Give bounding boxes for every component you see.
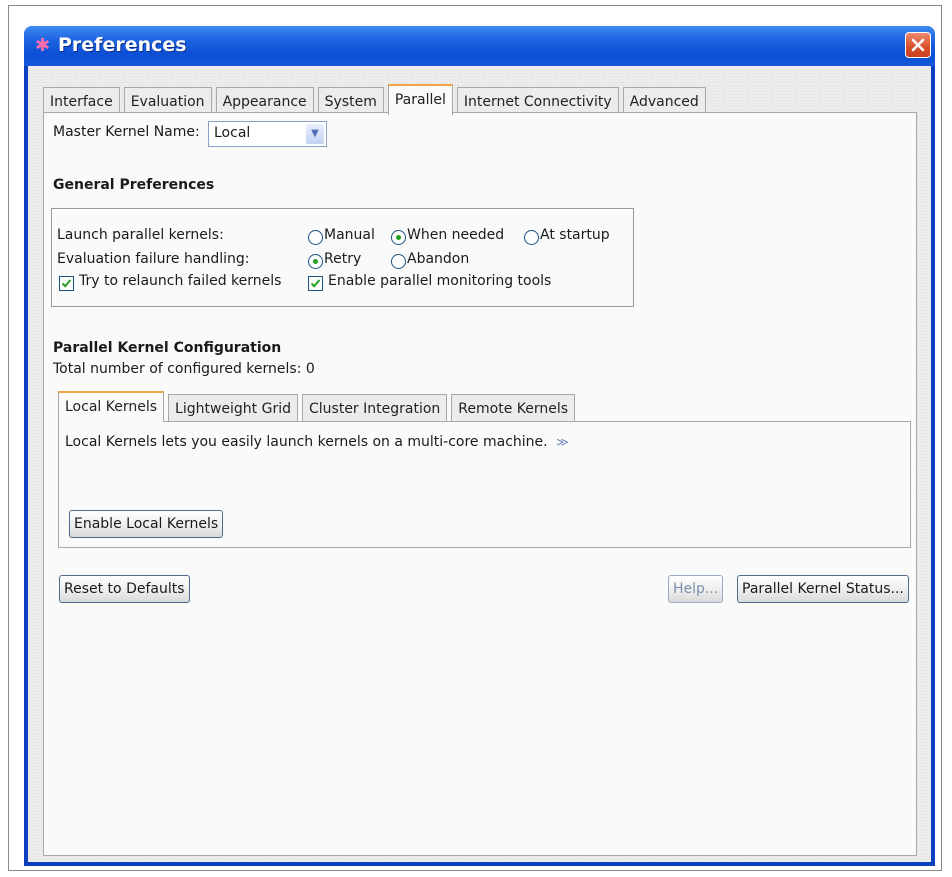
launch-at-startup-radio[interactable] [524,230,539,245]
tab-system[interactable]: System [317,87,384,115]
kernel-config-heading: Parallel Kernel Configuration [53,340,282,356]
window-client: Interface Evaluation Appearance System P… [28,66,931,862]
tab-evaluation[interactable]: Evaluation [123,87,212,115]
reset-to-defaults-button[interactable]: Reset to Defaults [59,575,190,603]
parallel-kernel-status-button[interactable]: Parallel Kernel Status... [737,575,909,603]
launch-when-needed-radio[interactable] [391,230,406,245]
local-kernels-description: Local Kernels lets you easily launch ker… [65,434,569,450]
tab-advanced[interactable]: Advanced [622,87,706,115]
tab-interface[interactable]: Interface [43,87,120,115]
checkmark-icon [61,279,72,288]
tab-appearance[interactable]: Appearance [215,87,314,115]
subtab-cluster-integration[interactable]: Cluster Integration [302,394,448,422]
failure-abandon-radio[interactable] [391,254,406,269]
tab-internet-connectivity[interactable]: Internet Connectivity [456,87,619,115]
enable-local-kernels-button[interactable]: Enable Local Kernels [69,510,224,538]
chevron-down-icon[interactable]: ▼ [306,124,324,144]
failure-handling-label: Evaluation failure handling: [57,251,250,267]
title-bar[interactable]: ✱ Preferences [24,26,935,66]
subtab-remote-kernels[interactable]: Remote Kernels [451,394,576,422]
subtab-lightweight-grid[interactable]: Lightweight Grid [168,394,298,422]
relaunch-label[interactable]: Try to relaunch failed kernels [79,273,281,289]
launch-manual-radio[interactable] [308,230,323,245]
launch-kernels-label: Launch parallel kernels: [57,227,224,243]
monitoring-checkbox[interactable] [308,276,323,291]
local-kernels-panel: Local Kernels lets you easily launch ker… [58,421,911,548]
preferences-window: ✱ Preferences Interface Evaluation Appea… [24,26,935,866]
main-tab-bar: Interface Evaluation Appearance System P… [43,84,710,115]
master-kernel-value: Local [214,125,251,141]
description-text: Local Kernels lets you easily launch ker… [65,434,548,450]
launch-at-startup-label[interactable]: At startup [540,227,610,243]
failure-abandon-label[interactable]: Abandon [407,251,469,267]
general-preferences-group: Launch parallel kernels: Manual When nee… [51,208,634,307]
tab-parallel[interactable]: Parallel [387,84,453,115]
master-kernel-select[interactable]: Local ▼ [208,121,327,147]
launch-manual-label[interactable]: Manual [324,227,375,243]
checkmark-icon [310,279,321,288]
close-icon [911,38,925,52]
config-tab-bar: Local Kernels Lightweight Grid Cluster I… [58,391,579,422]
total-kernels-text: Total number of configured kernels: 0 [53,361,315,377]
general-preferences-heading: General Preferences [53,177,215,193]
close-button[interactable] [905,32,931,58]
failure-retry-label[interactable]: Retry [324,251,361,267]
failure-retry-radio[interactable] [308,254,323,269]
window-title: Preferences [58,34,187,56]
more-info-icon[interactable]: ≫ [556,435,569,449]
app-icon: ✱ [35,35,51,56]
relaunch-checkbox[interactable] [59,276,74,291]
subtab-local-kernels[interactable]: Local Kernels [58,391,165,422]
parallel-tab-panel: Master Kernel Name: Local ▼ General Pref… [43,112,917,856]
master-kernel-label: Master Kernel Name: [53,124,200,140]
monitoring-label[interactable]: Enable parallel monitoring tools [328,273,551,289]
launch-when-needed-label[interactable]: When needed [407,227,504,243]
help-button[interactable]: Help... [668,575,724,603]
